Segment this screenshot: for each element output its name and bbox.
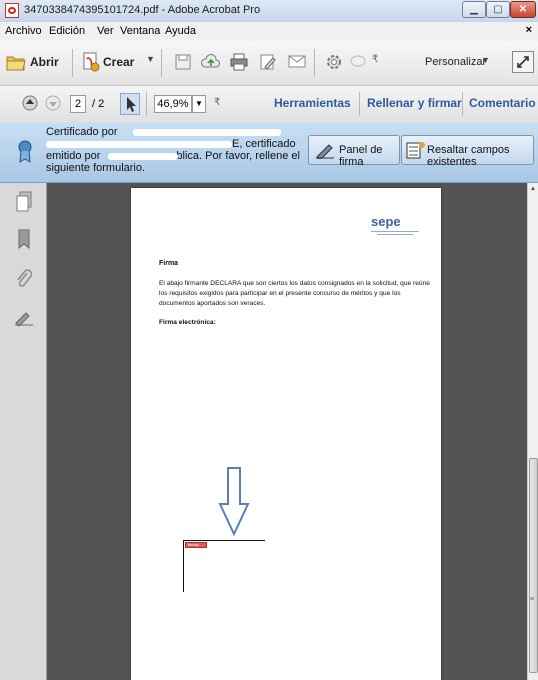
close-button[interactable]: ✕	[510, 1, 536, 18]
gear-icon[interactable]	[325, 53, 343, 71]
toolbar-more-icon[interactable]: ₹	[214, 97, 220, 108]
scrollbar-thumb[interactable]	[529, 458, 538, 673]
page-thumbnails-icon[interactable]	[15, 191, 33, 213]
upload-cloud-icon[interactable]	[201, 53, 221, 71]
menu-ayuda[interactable]: Ayuda	[165, 25, 196, 37]
customize-dropdown-icon[interactable]: ▼	[481, 55, 490, 65]
vertical-scrollbar[interactable]: ▲ ≡	[527, 183, 538, 680]
redaction-mark	[133, 129, 281, 136]
scroll-grip-icon: ≡	[530, 596, 535, 603]
select-tool-button[interactable]	[120, 93, 140, 115]
toolbar-more-icon[interactable]: ₹	[372, 54, 378, 65]
folder-open-icon[interactable]	[6, 53, 26, 71]
menu-ventana[interactable]: Ventana	[120, 25, 160, 37]
signature-label: Firma electrónica:	[159, 319, 216, 326]
main-toolbar: Abrir Crear ▼ ₹ Personalizar ▼	[0, 41, 538, 86]
comment-bubble-icon[interactable]	[350, 54, 366, 70]
create-button[interactable]: Crear	[103, 55, 134, 69]
toolbar-divider	[314, 49, 315, 77]
expand-button[interactable]	[512, 51, 534, 73]
save-icon[interactable]	[174, 53, 192, 71]
signature-pen-icon	[316, 144, 334, 159]
toolbar-divider	[161, 49, 162, 77]
scroll-up-icon[interactable]: ▲	[530, 186, 536, 192]
menu-ver[interactable]: Ver	[97, 25, 114, 37]
toolbar-divider	[146, 92, 147, 116]
cursor-icon	[127, 97, 136, 112]
navigation-panel	[0, 183, 47, 680]
email-icon[interactable]	[288, 54, 306, 69]
doc-paragraph-line: documentos aportados son veraces.	[159, 300, 266, 307]
previous-page-icon[interactable]	[22, 95, 38, 111]
logo-tagline-graphic	[371, 231, 419, 235]
fill-sign-pane-button[interactable]: Rellenar y firmar	[367, 96, 462, 110]
customize-button[interactable]: Personalizar	[425, 56, 486, 68]
create-pdf-icon[interactable]	[82, 51, 100, 73]
create-dropdown-icon[interactable]: ▼	[146, 54, 155, 64]
pdf-file-icon	[5, 3, 19, 18]
comment-pane-button[interactable]: Comentario	[469, 96, 536, 110]
signature-field[interactable]: firmas	[185, 542, 207, 548]
open-button[interactable]: Abrir	[30, 55, 59, 69]
document-close-icon[interactable]: ×	[526, 24, 532, 36]
toolbar-divider	[462, 92, 463, 116]
navigation-toolbar: 2 / 2 46,9% ▼ ₹ Herramientas Rellenar y …	[0, 86, 538, 123]
tools-pane-button[interactable]: Herramientas	[274, 96, 351, 110]
edit-document-icon[interactable]	[259, 53, 277, 71]
next-page-icon[interactable]	[45, 95, 61, 111]
signatures-icon[interactable]	[14, 309, 34, 327]
form-fields-icon	[406, 142, 425, 159]
menu-edicion[interactable]: Edición	[49, 25, 85, 37]
cert-line-4: siguiente formulario.	[46, 162, 146, 174]
signature-field-top-line	[183, 540, 265, 541]
doc-heading: Firma	[159, 260, 179, 267]
title-bar: 3470338474395101724.pdf - Adobe Acrobat …	[0, 0, 538, 23]
maximize-button[interactable]: ▢	[486, 1, 510, 18]
redaction-mark	[46, 141, 232, 148]
doc-paragraph-line: los requisitos exigidos para participar …	[159, 290, 401, 297]
menu-bar: Archivo Edición Ver Ventana Ayuda ×	[0, 22, 538, 42]
print-icon[interactable]	[229, 52, 249, 72]
doc-paragraph-line: El abajo firmante DECLARA que son cierto…	[159, 280, 430, 287]
certificate-ribbon-icon	[18, 140, 32, 163]
signature-panel-button[interactable]: Panel de firma	[308, 135, 400, 168]
bookmarks-icon[interactable]	[17, 229, 31, 249]
sepe-logo: sepe	[371, 214, 401, 229]
zoom-dropdown-icon[interactable]: ▼	[192, 95, 206, 113]
page-number-input[interactable]: 2	[70, 95, 86, 113]
highlight-fields-button[interactable]: Resaltar campos existentes	[401, 135, 534, 168]
menu-archivo[interactable]: Archivo	[5, 25, 42, 37]
expand-arrows-icon	[517, 56, 529, 68]
window-title: 3470338474395101724.pdf - Adobe Acrobat …	[24, 4, 261, 16]
certificate-message-bar: Certificado por E, certificado emitido p…	[0, 122, 538, 183]
zoom-input[interactable]: 46,9%	[154, 95, 192, 113]
attachments-icon[interactable]	[16, 269, 32, 289]
minimize-button[interactable]: ▁	[462, 1, 486, 18]
toolbar-divider	[359, 92, 360, 116]
toolbar-divider	[72, 49, 73, 77]
page-total: / 2	[92, 98, 105, 110]
redaction-mark	[108, 153, 178, 160]
pdf-page: sepe Firma El abajo firmante DECLARA que…	[131, 188, 441, 680]
down-arrow-annotation	[218, 467, 250, 537]
signature-field-left-line	[183, 540, 184, 592]
